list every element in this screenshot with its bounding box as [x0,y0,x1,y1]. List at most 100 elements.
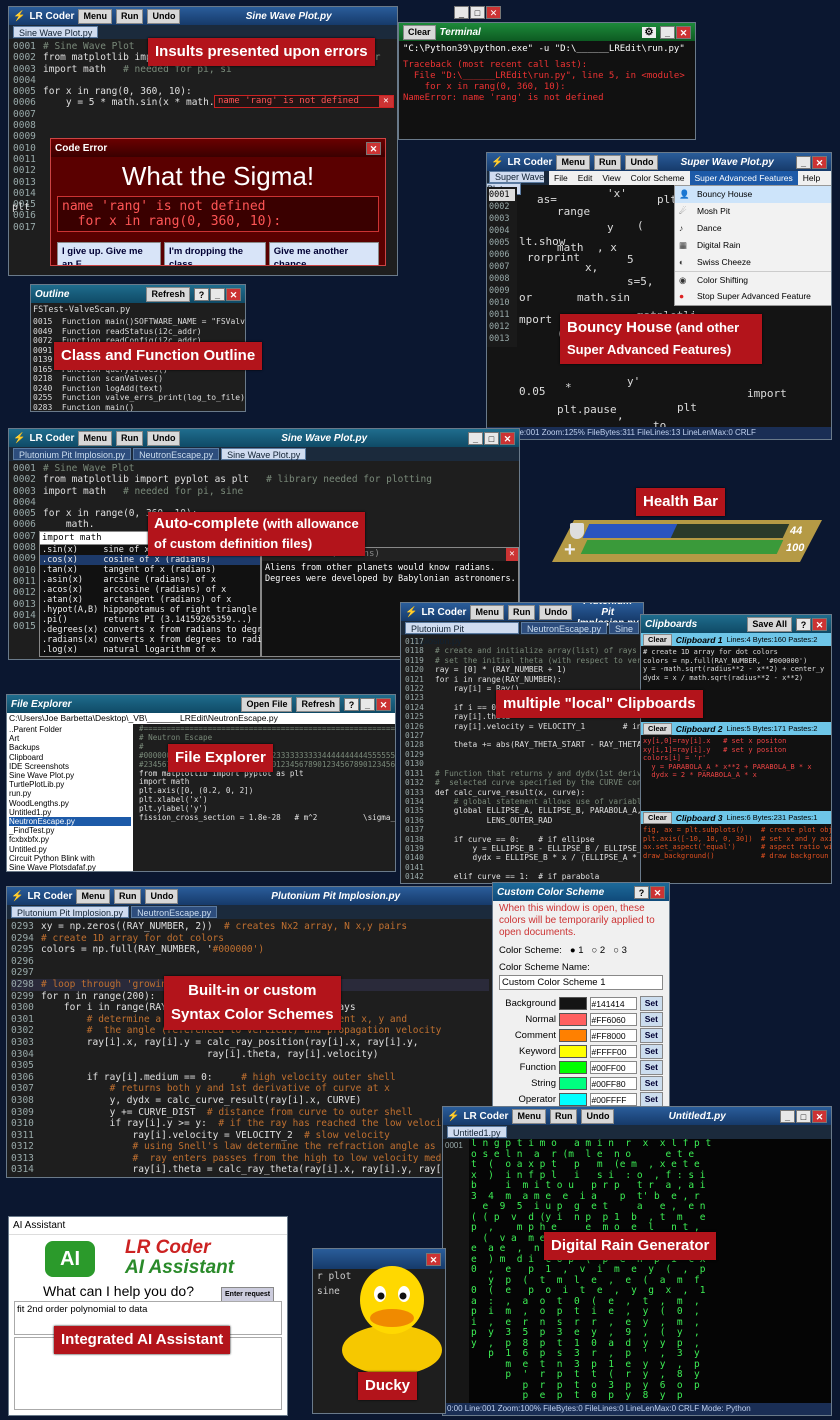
file-item[interactable]: NeutronEscape.py [9,817,131,827]
tab-item[interactable]: Plutonium Pit Implosion.py [405,622,519,646]
tab-item[interactable]: Sine Wave Plot.py [221,448,307,460]
clear-button[interactable]: Clear [643,722,672,735]
close-button[interactable]: ✕ [650,885,665,899]
open-file-button[interactable]: Open File [241,696,293,712]
maximize-button[interactable]: □ [484,431,499,445]
close-button[interactable]: ✕ [812,1109,827,1123]
close-button[interactable]: ✕ [676,25,691,39]
minimize-button[interactable]: _ [796,155,811,169]
menu-button[interactable]: Menu [470,604,504,620]
autocomplete-item[interactable]: .cos(x) cosine of x (radians) [40,555,260,565]
color-hex-field[interactable]: #00FF80 [589,1076,637,1090]
tab-item[interactable]: NeutronEscape.py [520,622,607,634]
tab-untitled[interactable]: Untitled1.py [447,1126,507,1138]
menubar-item[interactable]: View [597,171,625,185]
scheme-radio[interactable]: ○ 3 [613,945,627,956]
refresh-button[interactable]: Refresh [146,286,190,302]
autocomplete-item[interactable]: .radians(x) converts x from degrees to r… [40,635,277,645]
close-icon[interactable]: ✕ [379,96,393,107]
outline-row[interactable]: 0015 Function main()SOFTWARE_NAME = "FSV… [33,317,245,327]
path-field[interactable]: C:\Users\Joe Barbetta\Desktop\_VB\______… [7,713,395,724]
file-item[interactable]: Sine Wave Plotsdafaf.py [9,863,131,871]
color-hex-field[interactable]: #00FF00 [589,1060,637,1074]
help-button[interactable]: ? [796,617,811,631]
run-button[interactable]: Run [549,1108,578,1124]
outline-row[interactable]: 0240 Function logAdd(text) [33,384,243,394]
autocomplete-item[interactable]: .atan(x) arctangent (radians) of x [40,595,260,605]
super-feature-item[interactable]: 👤 Bouncy House [675,186,831,203]
close-button[interactable]: ✕ [500,431,515,445]
give-up-button[interactable]: I give up. Give me an F [57,242,161,265]
undo-button[interactable]: Undo [581,1108,615,1124]
maximize-button[interactable]: □ [470,6,485,19]
file-item[interactable]: Clipboard [9,753,131,762]
color-hex-field[interactable]: #FF6060 [589,1012,637,1026]
clear-button[interactable]: Clear [643,811,672,824]
tab-item[interactable]: NeutronEscape.py [133,448,220,460]
save-all-button[interactable]: Save All [747,616,792,632]
scheme-name-field[interactable]: Custom Color Scheme 1 [499,975,663,990]
help-button[interactable]: ? [634,885,649,899]
autocomplete-item[interactable]: .acos(x) arccosine (radians) of x [40,585,260,595]
menubar-item[interactable]: Help [798,171,825,185]
run-button[interactable]: Run [593,154,622,170]
undo-button[interactable]: Undo [625,154,659,170]
clipboard-text[interactable]: xy[i,0]=ray[i].x # set x positon xy[i,1]=… [641,735,831,807]
minimize-button[interactable]: _ [468,431,483,445]
outline-row[interactable]: 0255 Function valve_errs_print(log_to_fi… [33,393,245,403]
outline-row[interactable]: 0218 Function scanValves() [33,374,243,384]
clipboard-text[interactable]: fig, ax = plt.subplots() # create plot o… [641,824,831,882]
color-hex-field[interactable]: #141414 [589,996,637,1010]
menubar-item[interactable]: Super Advanced Features [689,171,798,185]
drop-class-button[interactable]: I'm dropping the class [164,242,266,265]
file-item[interactable]: Art [9,734,131,743]
set-button[interactable]: Set [639,1043,663,1059]
autocomplete-item[interactable]: .pi() returns PI (3.14159265359...) [40,615,260,625]
scheme-radio[interactable]: ○ 2 [592,945,606,956]
close-icon[interactable]: ✕ [506,548,518,561]
run-button[interactable]: Run [115,8,144,24]
file-item[interactable]: Circuit Python Blink with [9,854,131,863]
minimize-button[interactable]: _ [210,287,225,301]
gear-icon[interactable]: ⚙ [642,26,656,38]
file-item[interactable]: run.py [9,789,131,798]
close-button[interactable]: ✕ [812,155,827,169]
outline-row[interactable]: 0283 Function main() [33,403,243,412]
code-area[interactable]: 0293 xy = np.zeros((RAY_NUMBER, 2)) # cre… [7,919,493,1177]
file-item[interactable]: TurtlePlotLib.py [9,780,131,789]
set-button[interactable]: Set [639,995,663,1011]
file-item[interactable]: WoodLengths.py [9,799,131,808]
color-hex-field[interactable]: #FF8000 [589,1028,637,1042]
super-feature-item[interactable]: ▦ Digital Rain [675,237,831,254]
close-button[interactable]: ✕ [486,6,501,19]
file-item[interactable]: ..Parent Folder [9,725,131,734]
minimize-button[interactable]: _ [780,1109,795,1123]
autocomplete-item[interactable]: .asin(x) arcsine (radians) of x [40,575,260,585]
menu-button[interactable]: Menu [78,8,112,24]
super-feature-item[interactable]: ◐ Swiss Cheeze [675,254,831,271]
another-chance-button[interactable]: Give me another chance [268,242,379,265]
code-area[interactable]: 0117 0118 # create and initialize array(li… [401,635,643,883]
menu-button[interactable]: Menu [512,1108,546,1124]
clear-button[interactable]: Clear [643,633,672,646]
super-feature-item[interactable]: ◉ Color Shifting [675,271,831,288]
menu-button[interactable]: Menu [78,430,112,446]
autocomplete-item[interactable]: .tan(x) tangent of x (radians) [40,565,260,575]
help-button[interactable]: ? [344,697,359,711]
file-item[interactable]: Backups [9,743,131,752]
enter-request-button[interactable]: Enter request [221,1287,275,1302]
close-button[interactable]: ✕ [812,617,827,631]
menubar-item[interactable]: Edit [573,171,598,185]
file-item[interactable]: Sine Wave Plot.py [9,771,131,780]
tab-item[interactable]: Plutonium Pit Implosion.py [11,906,130,918]
menubar-item[interactable]: File [549,171,573,185]
undo-button[interactable]: Undo [145,888,179,904]
tab-sine-wave[interactable]: Sine Wave Plot.py [13,26,99,38]
super-feature-item[interactable]: ♪ Dance [675,220,831,237]
super-feature-item[interactable]: ● Stop Super Advanced Feature [675,288,831,305]
autocomplete-list[interactable]: .sin(x) sine of x (radians).cos(x) cosin… [40,545,277,655]
set-button[interactable]: Set [639,1011,663,1027]
close-button[interactable]: ✕ [366,141,381,155]
tab-item[interactable]: Sine [608,622,639,634]
autocomplete-item[interactable]: .degrees(x) converts x from radians to d… [40,625,277,635]
